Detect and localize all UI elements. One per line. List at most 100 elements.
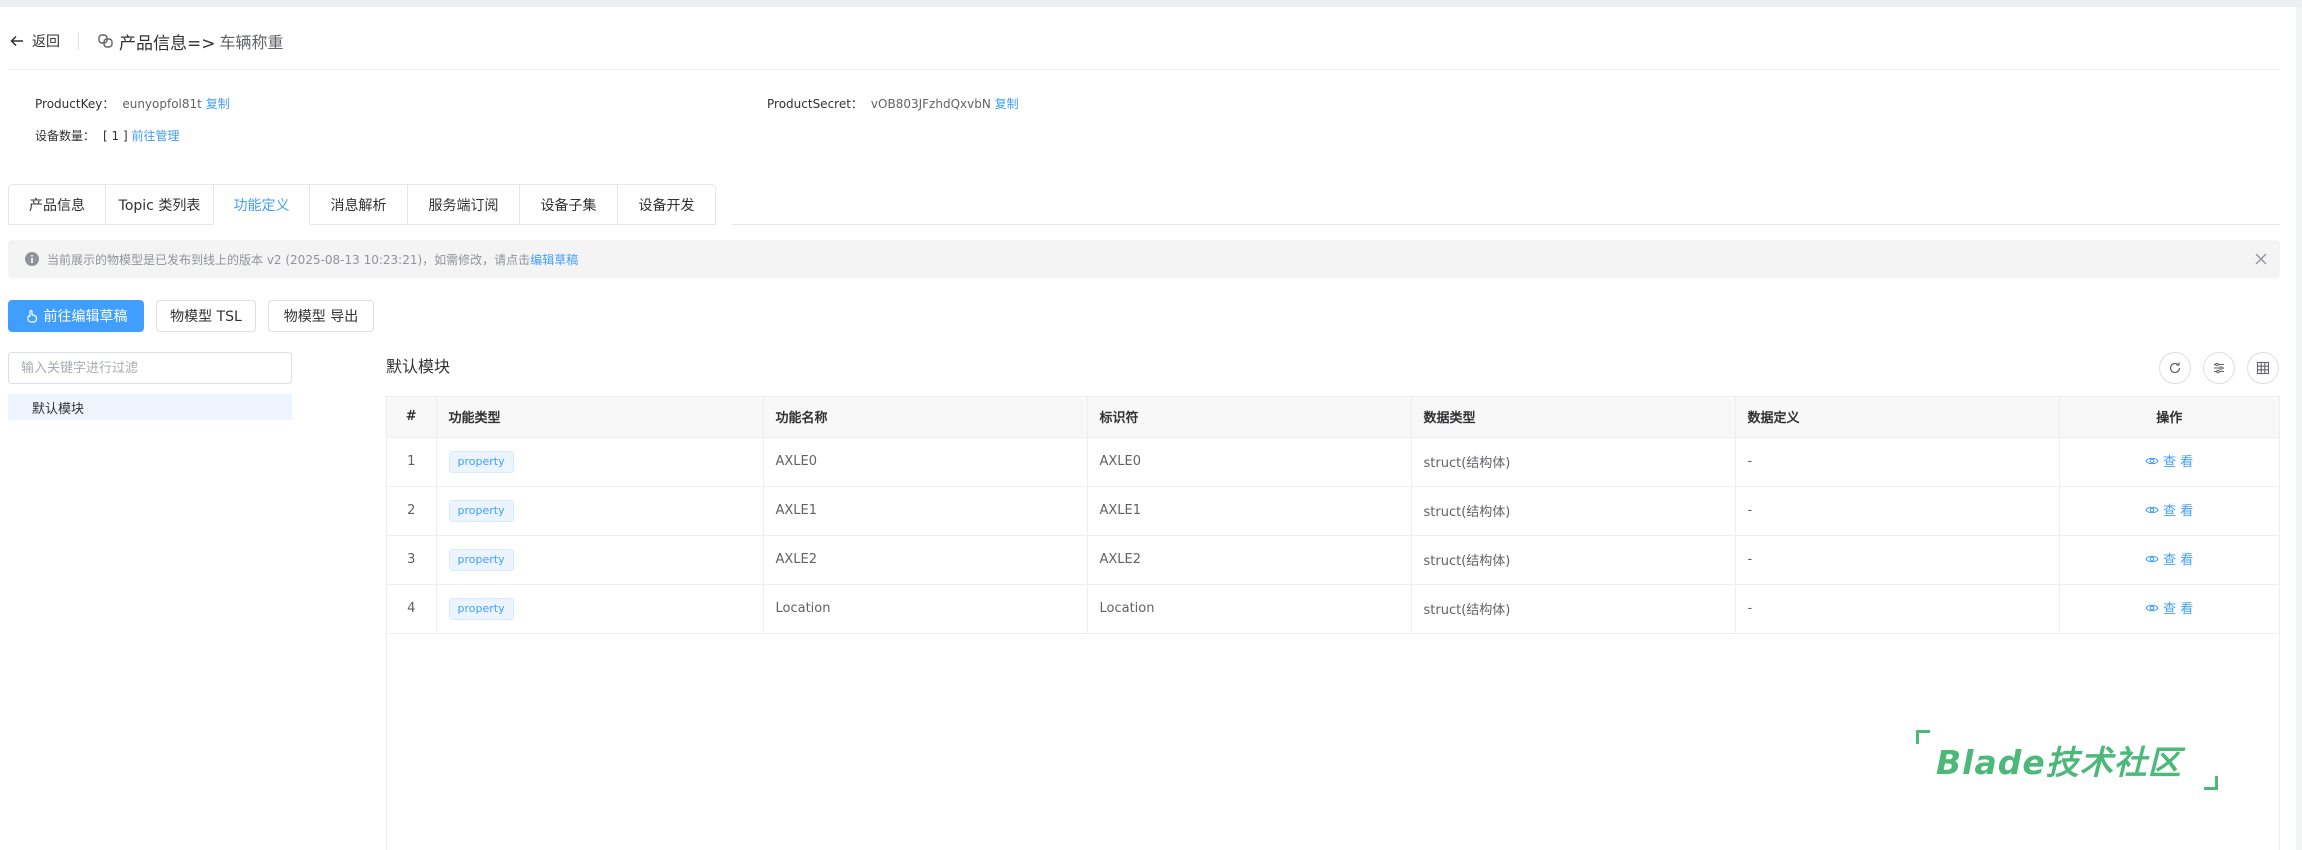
watermark-logo: Blade技术社区 [1916,726,2218,790]
col-header-data-type: 数据类型 [1411,397,1736,438]
device-count-row: 设备数量： [ 1 ] 前往管理 [35,127,180,144]
cell-identifier: AXLE1 [1087,486,1412,536]
type-tag: property [448,548,514,571]
close-icon[interactable] [2254,252,2268,266]
export-label: 物模型 导出 [283,309,359,325]
product-secret-value: vOB803JFzhdQxvbN [870,97,991,111]
device-count-value: [ 1 ] [103,129,128,143]
view-button[interactable]: 查 看 [2145,451,2193,470]
tab-label: 产品信息 [29,197,85,214]
type-tag: property [448,450,514,473]
product-secret-row: ProductSecret： vOB803JFzhdQxvbN 复制 [767,95,1019,112]
col-header-identifier: 标识符 [1087,397,1412,438]
eye-icon [2145,506,2159,513]
product-key-row: ProductKey： eunyopfol81t 复制 [35,95,230,112]
column-settings-button[interactable] [2247,352,2279,384]
tab-message-parsing[interactable]: 消息解析 [310,184,408,225]
tsl-button[interactable]: 物模型 TSL [156,300,256,332]
edit-draft-label: 前往编辑草稿 [43,309,128,325]
watermark-text: Blade技术社区 [1936,743,2182,782]
refresh-icon [2169,362,2181,374]
cell-index: 3 [387,535,437,585]
table-row: 4 property Location Location struct(结构体)… [387,584,2279,634]
table-row: 1 property AXLE0 AXLE0 struct(结构体) - 查 看 [387,437,2279,487]
sliders-icon [2214,362,2224,374]
module-title: 默认模块 [386,357,451,376]
cell-name: Location [763,584,1088,634]
scrollbar-track[interactable] [2296,7,2302,850]
cell-data-type: struct(结构体) [1411,584,1736,634]
export-button[interactable]: 物模型 导出 [268,300,374,332]
watermark-corner [2204,776,2218,790]
header-divider-line [8,69,2280,70]
col-header-name: 功能名称 [763,397,1088,438]
filter-settings-button[interactable] [2203,352,2235,384]
arrow-left-icon [10,35,23,47]
view-button[interactable]: 查 看 [2145,598,2193,617]
cell-name: AXLE0 [763,437,1088,487]
tab-topic-list[interactable]: Topic 类列表 [106,184,214,225]
type-tag: property [448,597,514,620]
alert-text: 当前展示的物模型是已发布到线上的版本 v2 (2025-08-13 10:23:… [47,252,531,267]
cell-definition: - [1735,486,2060,536]
col-header-type: 功能类型 [436,397,764,438]
version-alert: 当前展示的物模型是已发布到线上的版本 v2 (2025-08-13 10:23:… [8,240,2280,278]
cell-identifier: AXLE0 [1087,437,1412,487]
product-secret-label: ProductSecret： [767,97,863,111]
col-header-definition: 数据定义 [1735,397,2060,438]
cell-type: property [436,486,764,536]
tab-server-subscription[interactable]: 服务端订阅 [408,184,520,225]
cell-definition: - [1735,584,2060,634]
page-title: 产品信息=> [119,33,216,54]
tab-product-info[interactable]: 产品信息 [8,184,106,225]
type-tag: property [448,499,514,522]
cell-action: 查 看 [2059,437,2279,487]
view-label: 查 看 [2163,602,2194,618]
cell-action: 查 看 [2059,486,2279,536]
tsl-label: 物模型 TSL [170,309,242,325]
cell-data-type: struct(结构体) [1411,437,1736,487]
refresh-button[interactable] [2159,352,2191,384]
tab-bar: 产品信息 Topic 类列表 功能定义 消息解析 服务端订阅 设备子集 设备开发 [8,184,716,225]
tree-filter-input[interactable] [8,352,292,384]
cell-index: 4 [387,584,437,634]
tab-device-development[interactable]: 设备开发 [618,184,716,225]
copy-secret-link[interactable]: 复制 [995,97,1019,111]
view-label: 查 看 [2163,455,2194,471]
cell-type: property [436,535,764,585]
tab-device-subset[interactable]: 设备子集 [520,184,618,225]
tree-node-default-module[interactable]: 默认模块 [8,394,292,420]
edit-draft-link[interactable]: 编辑草稿 [530,251,578,268]
tab-label: 服务端订阅 [428,197,499,214]
view-label: 查 看 [2163,504,2194,520]
back-button[interactable]: 返回 [8,31,60,51]
view-button[interactable]: 查 看 [2145,500,2193,519]
cell-identifier: Location [1087,584,1412,634]
manage-devices-link[interactable]: 前往管理 [131,129,179,143]
tab-function-definition[interactable]: 功能定义 [214,184,310,225]
header-divider [78,32,79,50]
product-key-label: ProductKey： [35,97,115,111]
table-row: 2 property AXLE1 AXLE1 struct(结构体) - 查 看 [387,486,2279,536]
tab-label: 设备子集 [540,197,597,214]
tab-label: Topic 类列表 [118,197,201,214]
cell-type: property [436,437,764,487]
link-icon [98,34,113,48]
edit-draft-button[interactable]: 前往编辑草稿 [8,300,144,332]
tab-label: 消息解析 [330,197,387,214]
watermark-corner [1916,730,1930,744]
info-circle-icon [25,252,39,266]
cell-definition: - [1735,437,2060,487]
copy-key-link[interactable]: 复制 [206,97,230,111]
view-button[interactable]: 查 看 [2145,549,2193,568]
tree-node-label: 默认模块 [32,401,85,417]
top-strip [0,0,2302,7]
eye-icon [2145,457,2159,464]
cell-name: AXLE1 [763,486,1088,536]
cell-identifier: AXLE2 [1087,535,1412,585]
device-count-label: 设备数量： [35,129,96,143]
cell-data-type: struct(结构体) [1411,535,1736,585]
cell-data-type: struct(结构体) [1411,486,1736,536]
col-header-action: 操作 [2059,397,2279,438]
page-header: 返回 产品信息=> 车辆称重 [8,24,2278,58]
